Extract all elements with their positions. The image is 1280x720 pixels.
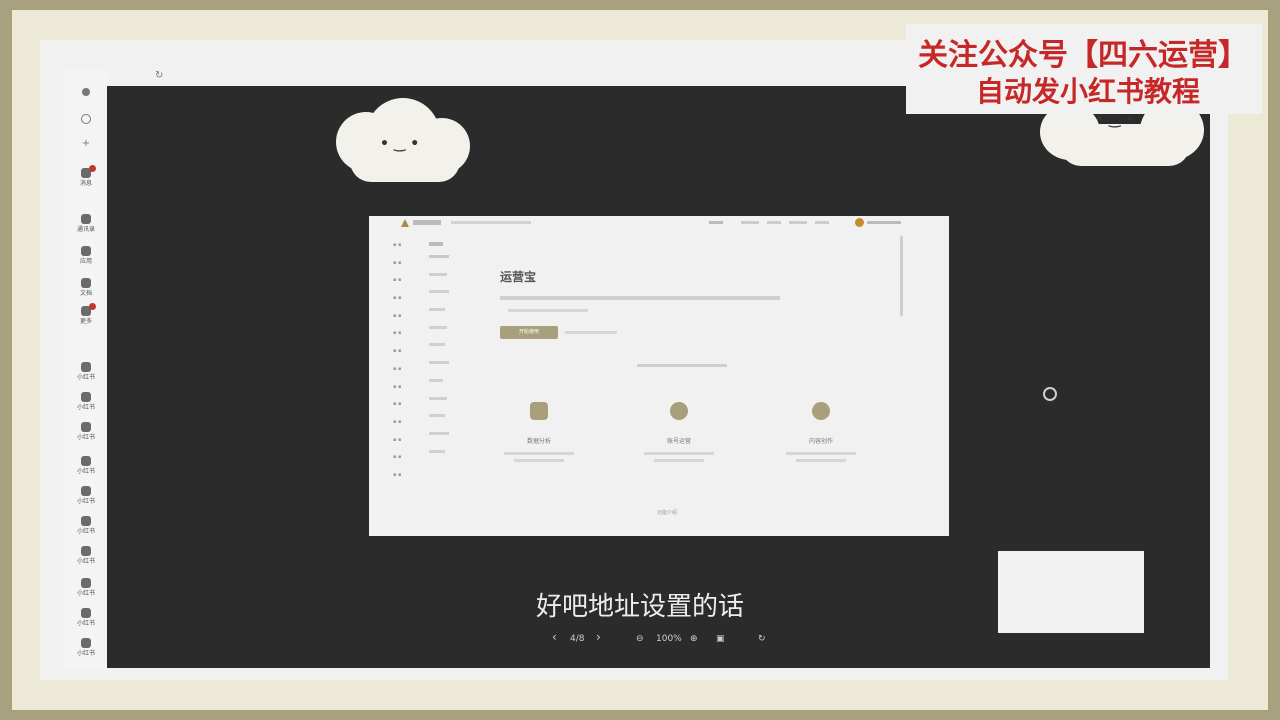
drop-icon: [670, 402, 688, 420]
refresh-icon[interactable]: ↻: [155, 70, 163, 81]
doc-avatar: [855, 218, 864, 227]
doc-icon-column: ▪ ▪ ▪ ▪ ▪ ▪ ▪ ▪ ▪ ▪ ▪ ▪ ▪ ▪ ▪ ▪ ▪ ▪ ▪ ▪ ▪ ▪ ▪ ▪ ▪…: [393, 242, 402, 478]
cloud-face-icon: • ‿ •: [1095, 112, 1135, 128]
rail-note-item[interactable]: 小红书: [64, 422, 108, 442]
more-badge: [89, 303, 96, 310]
rotate-icon[interactable]: ↻: [758, 634, 766, 644]
promo-banner: 关注公众号【四六运营】 自动发小红书教程: [906, 24, 1262, 114]
prev-page-button[interactable]: ‹: [552, 630, 557, 644]
rail-item-contacts[interactable]: 通讯录: [64, 214, 108, 234]
zoom-in-icon[interactable]: ⊕: [690, 634, 698, 644]
banner-line-2: 自动发小红书教程: [976, 75, 1201, 108]
embedded-doc-screenshot: ▪ ▪ ▪ ▪ ▪ ▪ ▪ ▪ ▪ ▪ ▪ ▪ ▪ ▪ ▪ ▪ ▪ ▪ ▪ ▪ ▪ ▪ ▪ ▪ ▪…: [369, 216, 949, 536]
rail-item-more[interactable]: 更多: [64, 303, 108, 326]
rail-item-docs[interactable]: 文档: [64, 278, 108, 298]
rail-note-item[interactable]: 小红书: [64, 516, 108, 536]
rail-note-item[interactable]: 小红书: [64, 362, 108, 382]
doc-feature-card: 内容创作: [761, 402, 881, 465]
doc-topbar: [369, 216, 949, 230]
doc-primary-button: 开始使用: [500, 326, 558, 339]
cloud-face-icon: • ‿ •: [380, 136, 420, 152]
doc-scrollbar: [900, 236, 903, 316]
doc-feature-card: 账号运营: [619, 402, 739, 465]
left-rail: + 消息 通讯录 应用 文档 更多 小红书 小红书 小红书 小红书 小红书 小红…: [64, 70, 108, 670]
banner-line-1: 关注公众号【四六运营】: [918, 38, 1248, 73]
doc-nav-column: [429, 242, 469, 466]
next-page-button[interactable]: ›: [596, 630, 601, 644]
rail-item-apps[interactable]: 应用: [64, 246, 108, 266]
contacts-icon: [81, 214, 91, 224]
cursor-icon: [1043, 387, 1057, 401]
chart-icon: [530, 402, 548, 420]
rail-note-item[interactable]: 小红书: [64, 486, 108, 506]
rail-note-item[interactable]: 小红书: [64, 392, 108, 412]
search-icon[interactable]: [64, 114, 108, 126]
rail-note-item[interactable]: 小红书: [64, 638, 108, 658]
doc-feature-card: 数据分析: [479, 402, 599, 465]
zoom-out-icon[interactable]: ⊖: [636, 634, 644, 644]
page-indicator: 4/8: [570, 634, 585, 644]
rail-item-messages[interactable]: 消息: [64, 165, 108, 188]
rail-note-item[interactable]: 小红书: [64, 546, 108, 566]
chat-icon: [812, 402, 830, 420]
document-icon: [81, 278, 91, 288]
fit-screen-icon[interactable]: ▣: [716, 634, 725, 644]
overlay-box: [998, 551, 1144, 633]
rail-note-item[interactable]: 小红书: [64, 456, 108, 476]
doc-logo-icon: [401, 219, 409, 227]
rail-logo-icon[interactable]: [64, 88, 108, 98]
grid-icon: [81, 246, 91, 256]
zoom-level: 100%: [656, 634, 682, 644]
doc-title: 运营宝: [500, 270, 537, 284]
unread-badge: [89, 165, 96, 172]
add-icon[interactable]: +: [64, 139, 108, 149]
doc-section-label: 功能介绍: [657, 510, 678, 516]
